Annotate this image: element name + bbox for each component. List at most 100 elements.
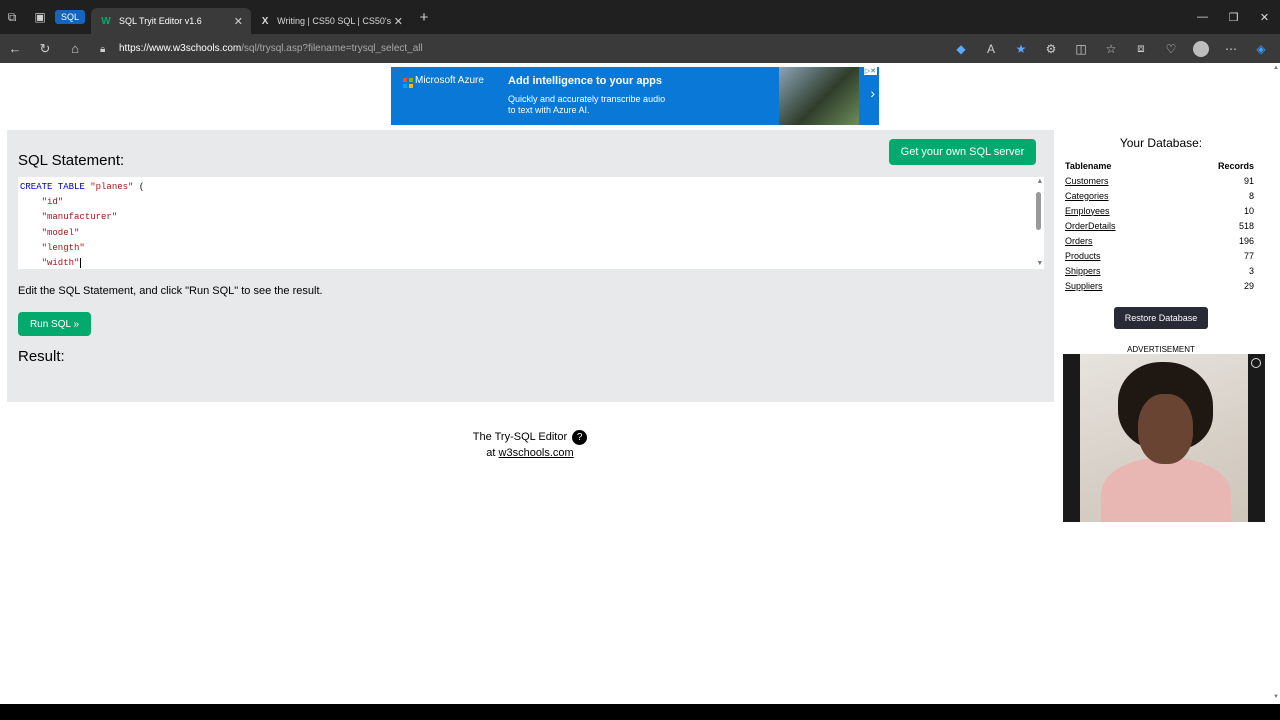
copilot-sidebar-icon[interactable]: ◈ (1246, 34, 1276, 63)
extensions-icon[interactable]: ⚙ (1036, 34, 1066, 63)
video-ad[interactable]: Ads by (1063, 354, 1265, 522)
table-link-orders[interactable]: Orders (1065, 233, 1175, 248)
footer-text: The Try-SQL Editor (472, 431, 568, 443)
record-count: 10 (1243, 205, 1254, 216)
code-line: "id" (41, 197, 64, 207)
home-icon[interactable]: ⌂ (60, 34, 90, 63)
table-row: Orders 196 (1065, 233, 1254, 248)
page-scrollbar[interactable]: ▲ ▼ (1272, 63, 1280, 720)
table-link-customers[interactable]: Customers (1065, 173, 1175, 188)
run-sql-button[interactable]: Run SQL » (18, 312, 91, 336)
table-row: Shippers 3 (1065, 263, 1254, 278)
records-header: Records (1217, 160, 1254, 171)
code-line: "model" (41, 228, 80, 238)
w3schools-link[interactable]: w3schools.com (499, 447, 574, 459)
close-tab-icon[interactable]: ✕ (234, 15, 243, 28)
database-table: Tablename Records Customers 91 Categories… (1065, 158, 1254, 293)
url-host: https://www.w3schools.com (119, 43, 242, 54)
collections-icon[interactable]: ⧈ (1126, 34, 1156, 63)
microsoft-logo-icon (403, 78, 413, 88)
sql-statement-title: SQL Statement: (18, 152, 125, 169)
table-link-categories[interactable]: Categories (1065, 188, 1175, 203)
tab-group-sql[interactable]: SQL (55, 10, 86, 24)
read-aloud-icon[interactable]: A (976, 34, 1006, 63)
record-count: 8 (1248, 190, 1254, 201)
table-row: Employees 10 (1065, 203, 1254, 218)
table-row: Customers 91 (1065, 173, 1254, 188)
scrollbar-thumb[interactable] (1036, 192, 1041, 230)
favorite-star-icon[interactable]: ★ (1006, 34, 1036, 63)
extension-icon[interactable]: ◆ (946, 34, 976, 63)
workspaces-icon[interactable]: ⧉ (1, 6, 23, 28)
editor-scrollbar[interactable]: ▲ ▼ (1032, 177, 1044, 269)
scroll-up-icon[interactable]: ▲ (1038, 178, 1042, 186)
footer-at: at (486, 447, 496, 459)
scroll-down-icon[interactable]: ▼ (1038, 260, 1042, 268)
more-icon[interactable]: ⋯ (1216, 34, 1246, 63)
code-line: "width" (41, 258, 82, 268)
ad-headline: Add intelligence to your apps (508, 75, 663, 87)
page-scroll-down-icon[interactable]: ▼ (1273, 694, 1279, 700)
page-footer: The Try-SQL Editor ? at w3schools.com (420, 429, 640, 461)
code-line: CREATE TABLE "planes" ( (20, 182, 145, 192)
restore-icon[interactable]: ❐ (1218, 0, 1249, 34)
copilot-icon[interactable]: ♡ (1156, 34, 1186, 63)
reload-icon[interactable]: ↻ (30, 34, 60, 63)
record-count: 196 (1238, 235, 1254, 246)
text-cursor (80, 258, 82, 268)
cs50-favicon-icon: X (261, 15, 269, 27)
azure-ad-banner[interactable]: Microsoft Azure Add intelligence to your… (391, 67, 879, 125)
ads-by-label: Ads by (1228, 360, 1247, 366)
help-icon[interactable]: ? (572, 429, 588, 445)
table-row: Suppliers 29 (1065, 278, 1254, 293)
record-count: 77 (1243, 250, 1254, 261)
new-tab-icon[interactable]: + (413, 6, 435, 28)
page-scroll-up-icon[interactable]: ▲ (1273, 65, 1279, 71)
table-link-employees[interactable]: Employees (1065, 203, 1175, 218)
record-count: 518 (1238, 220, 1254, 231)
favorites-icon[interactable]: ☆ (1096, 34, 1126, 63)
ad-photo (779, 67, 859, 125)
instruction-text: Edit the SQL Statement, and click "Run S… (18, 285, 323, 297)
taskbar-strip (0, 704, 1280, 720)
ad-arrow-icon[interactable]: › (870, 85, 875, 101)
tablename-header: Tablename (1065, 160, 1112, 171)
tab-title: Writing | CS50 SQL | CS50's Intro (277, 16, 394, 26)
table-link-products[interactable]: Products (1065, 248, 1175, 263)
split-screen-icon[interactable]: ◫ (1066, 34, 1096, 63)
adchoices-icon[interactable]: ▷✕ (863, 67, 877, 75)
profile-icon[interactable] (1186, 34, 1216, 63)
tab-sql-tryit[interactable]: W SQL Tryit Editor v1.6 ✕ (91, 8, 252, 34)
database-title: Your Database: (1119, 136, 1203, 150)
ad-body: Quickly and accurately transcribe audio … (508, 94, 666, 115)
record-count: 91 (1243, 175, 1254, 186)
tab-group-label: SQL (61, 12, 80, 22)
table-link-shippers[interactable]: Shippers (1065, 263, 1175, 278)
close-window-icon[interactable]: ✕ (1249, 0, 1280, 34)
tab-title: SQL Tryit Editor v1.6 (119, 16, 202, 26)
minimize-icon[interactable]: — (1187, 0, 1218, 34)
table-link-orderdetails[interactable]: OrderDetails (1065, 218, 1175, 233)
web-page: Microsoft Azure Add intelligence to your… (0, 63, 1280, 720)
result-heading: Result: (18, 348, 65, 365)
get-sql-server-button[interactable]: Get your own SQL server (889, 139, 1036, 165)
ad-info-icon[interactable] (1251, 358, 1261, 368)
url-path: /sql/trysql.asp?filename=trysql_select_a… (241, 43, 423, 54)
table-link-suppliers[interactable]: Suppliers (1065, 278, 1175, 293)
back-icon[interactable]: ← (0, 34, 30, 63)
restore-database-button[interactable]: Restore Database (1114, 307, 1208, 329)
tab-actions-icon[interactable]: ▣ (29, 6, 51, 28)
table-row: Products 77 (1065, 248, 1254, 263)
sql-editor-panel: SQL Statement: Get your own SQL server C… (7, 130, 1054, 402)
table-row: Categories 8 (1065, 188, 1254, 203)
sql-code-editor[interactable]: CREATE TABLE "planes" ( "id" "manufactur… (18, 177, 1044, 269)
code-line: "manufacturer" (41, 212, 118, 222)
tab-cs50-writing[interactable]: X Writing | CS50 SQL | CS50's Intro ✕ (251, 8, 411, 34)
close-tab-icon[interactable]: ✕ (394, 15, 403, 28)
url-field[interactable]: 🔒︎ https://www.w3schools.com /sql/trysql… (100, 43, 423, 55)
lock-icon: 🔒︎ (100, 43, 106, 55)
window-controls: — ❐ ✕ (1187, 0, 1280, 34)
ad-brand: Microsoft Azure (415, 75, 484, 86)
code-line: "length" (41, 243, 85, 253)
record-count: 3 (1248, 265, 1254, 276)
